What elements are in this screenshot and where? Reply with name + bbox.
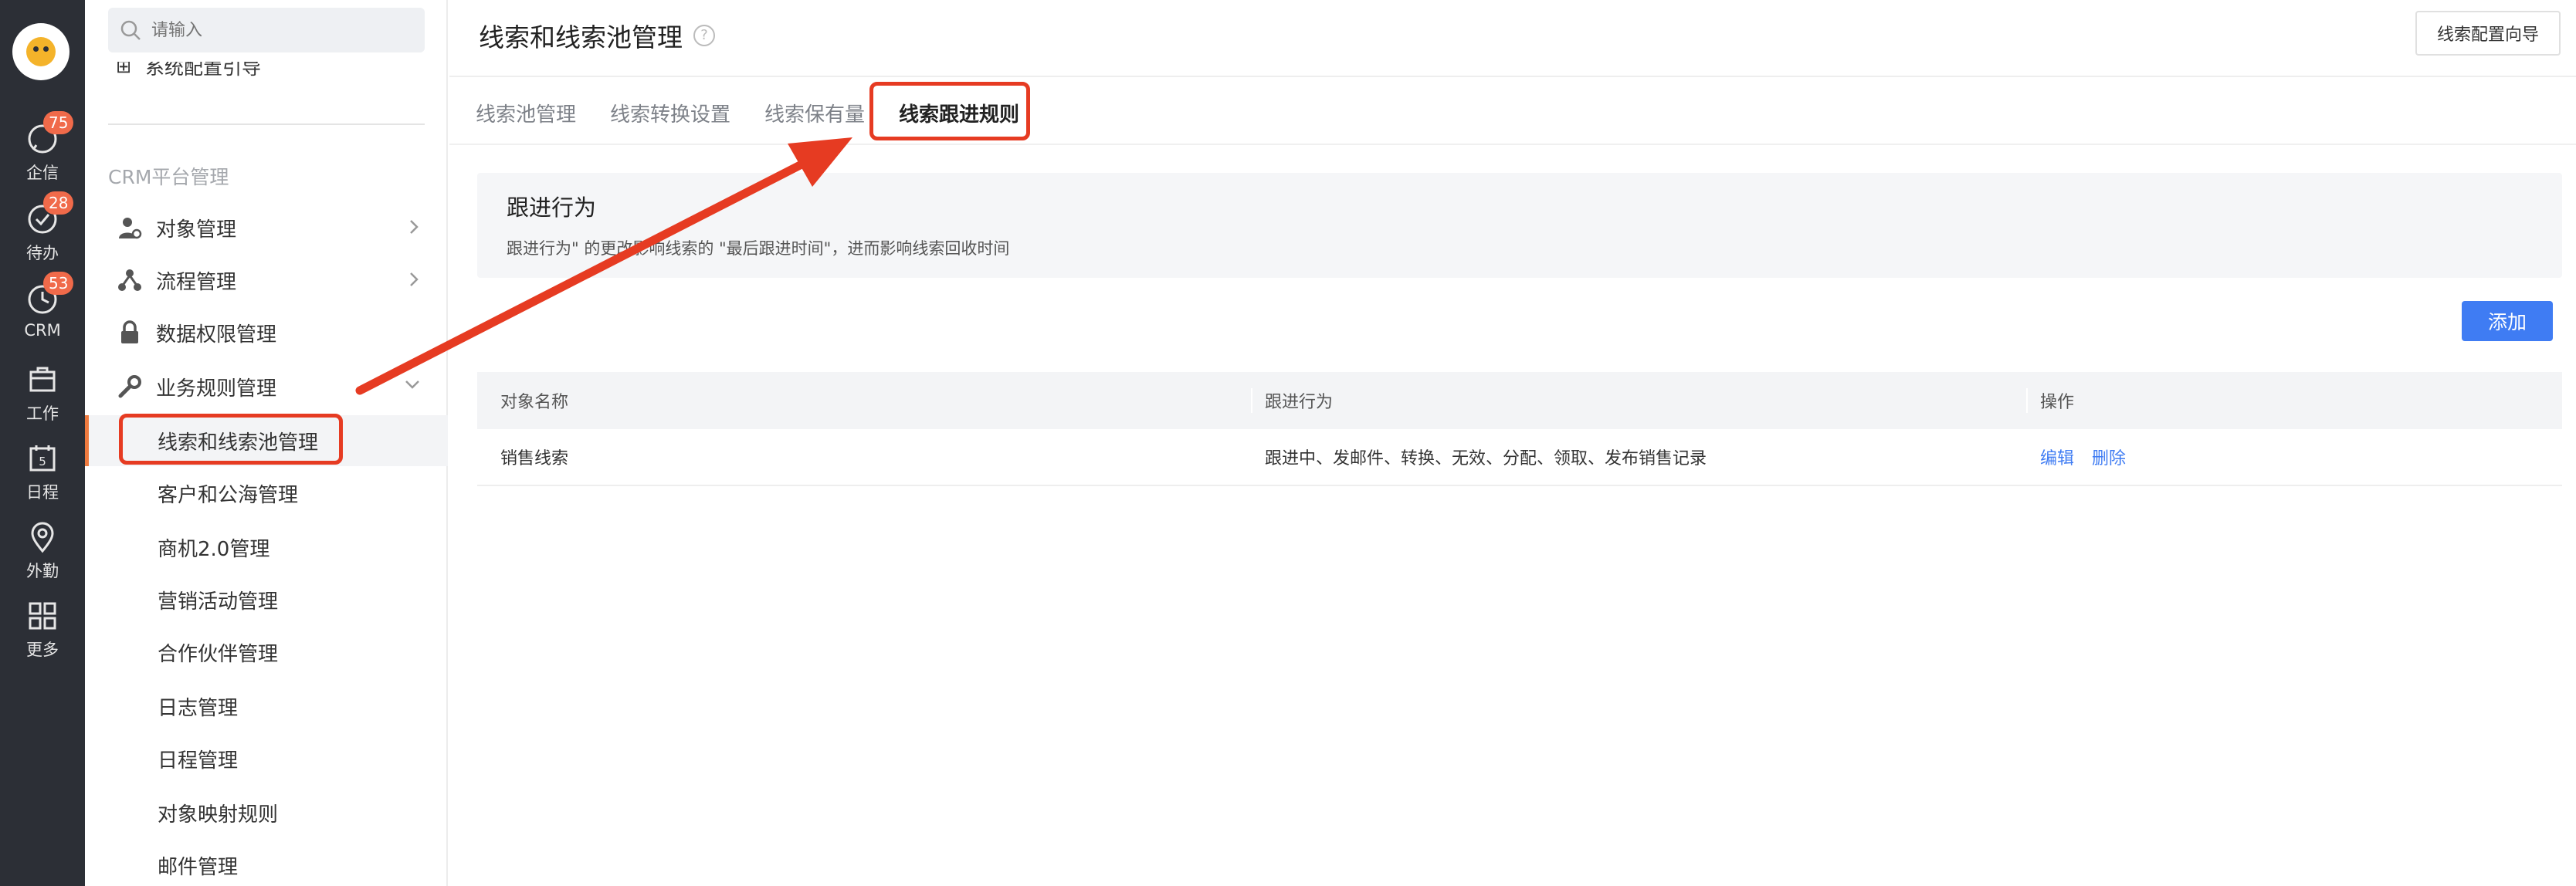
- sidebar-subitem-partners[interactable]: 合作伙伴管理: [85, 627, 448, 678]
- user-gear-icon: [117, 215, 148, 240]
- search-input[interactable]: [151, 20, 406, 40]
- rail-label: 日程: [26, 483, 59, 502]
- rail-item-work[interactable]: 工作: [0, 363, 85, 424]
- tab-lead-pool[interactable]: 线索池管理: [476, 99, 576, 127]
- guide-icon: ⊞: [116, 62, 132, 77]
- column-header-object-name: 对象名称: [500, 393, 569, 412]
- todo-badge: 28: [43, 191, 74, 215]
- page-title-text: 线索和线索池管理: [479, 22, 683, 52]
- rail-item-more[interactable]: 更多: [0, 599, 85, 661]
- rail-label: 更多: [26, 641, 59, 659]
- sidebar-section-title: CRM平台管理: [108, 166, 229, 188]
- rail-item-todo[interactable]: 28 待办: [0, 191, 85, 264]
- chevron-down-icon: [405, 380, 419, 389]
- sidebar-subitem-object-mapping[interactable]: 对象映射规则: [85, 787, 448, 838]
- table-header: 对象名称 跟进行为 操作: [477, 372, 2562, 429]
- edit-link[interactable]: 编辑: [2040, 449, 2074, 468]
- chevron-right-icon: [410, 220, 419, 234]
- lock-icon: [117, 320, 148, 345]
- app-logo[interactable]: [12, 23, 69, 80]
- grid-icon: [29, 602, 56, 630]
- search-icon: [120, 20, 141, 40]
- rail-label: 企信: [26, 164, 59, 182]
- sidebar-item-process-management[interactable]: 流程管理: [85, 255, 448, 306]
- rail-item-calendar[interactable]: 5 日程: [0, 441, 85, 503]
- delete-link[interactable]: 删除: [2092, 449, 2126, 468]
- sidebar-item-object-management[interactable]: 对象管理: [85, 202, 448, 253]
- cell-followup-behavior: 跟进中、发邮件、转换、无效、分配、领取、发布销售记录: [1251, 445, 2026, 469]
- cell-object-name: 销售线索: [500, 449, 569, 468]
- sidebar-item-label: 日程管理: [158, 749, 239, 773]
- highlight-box-tab: [869, 82, 1030, 140]
- sidebar-item-label: 邮件管理: [158, 855, 239, 879]
- highlight-box-sidebar: [119, 414, 343, 465]
- sidebar-item-label: 合作伙伴管理: [158, 642, 279, 666]
- avatar-face-icon: [26, 37, 56, 66]
- sidebar-item-label: 商机2.0管理: [158, 537, 270, 561]
- tab-lead-retention[interactable]: 线索保有量: [764, 99, 865, 127]
- sidebar-subitem-schedule[interactable]: 日程管理: [85, 733, 448, 784]
- flow-icon: [117, 268, 148, 293]
- followup-table: 对象名称 跟进行为 操作 销售线索 跟进中、发邮件、转换、无效、分配、领取、发布…: [477, 372, 2562, 486]
- sidebar-item-label: 营销活动管理: [158, 590, 279, 614]
- column-header-actions: 操作: [2026, 388, 2562, 413]
- sidebar-item-business-rules[interactable]: 业务规则管理: [85, 361, 448, 412]
- sidebar-item-label: 对象管理: [156, 218, 237, 242]
- table-row: 销售线索 跟进中、发邮件、转换、无效、分配、领取、发布销售记录 编辑 删除: [477, 429, 2562, 486]
- rail-item-crm[interactable]: 53 CRM: [0, 272, 85, 340]
- tab-lead-conversion[interactable]: 线索转换设置: [610, 99, 730, 127]
- calendar-icon: 5: [29, 445, 56, 472]
- sidebar-subitem-mail[interactable]: 邮件管理: [85, 840, 448, 886]
- help-icon[interactable]: ?: [693, 25, 715, 46]
- tabs-divider: [449, 144, 2576, 145]
- sidebar-item-label: 客户和公海管理: [158, 483, 299, 507]
- sidebar-item-label: 系统配置引导: [145, 62, 262, 79]
- rail-item-messages[interactable]: 75 企信: [0, 111, 85, 184]
- rail-label: 工作: [26, 404, 59, 423]
- sidebar-subitem-customers[interactable]: 客户和公海管理: [85, 468, 448, 519]
- sidebar-item-label: 日志管理: [158, 696, 239, 720]
- lead-config-guide-button[interactable]: 线索配置向导: [2415, 11, 2561, 56]
- briefcase-icon: [29, 367, 56, 392]
- info-panel: 跟进行为 跟进行为" 的更改影响线索的 "最后跟进时间"，进而影响线索回收时间: [477, 173, 2562, 278]
- chevron-right-icon: [410, 272, 419, 286]
- location-pin-icon: [31, 522, 54, 553]
- info-desc-pre: 跟进行为" 的更改: [507, 239, 633, 258]
- sidebar-search[interactable]: [108, 8, 425, 52]
- sidebar-item-label: 业务规则管理: [156, 377, 277, 401]
- page-title: 线索和线索池管理 ?: [479, 17, 715, 54]
- sidebar-item-label: 对象映射规则: [158, 803, 279, 827]
- sidebar-divider: [108, 123, 425, 125]
- sidebar-item-system-guide[interactable]: ⊞ 系统配置引导: [116, 62, 347, 79]
- info-description: 跟进行为" 的更改影响线索的 "最后跟进时间"，进而影响线索回收时间: [507, 236, 1009, 259]
- rail-label: CRM: [24, 321, 61, 340]
- rail-label: 待办: [26, 244, 59, 262]
- sidebar-item-label: 流程管理: [156, 270, 237, 294]
- sidebar-subitem-opportunity[interactable]: 商机2.0管理: [85, 522, 448, 573]
- crm-badge: 53: [43, 272, 74, 295]
- info-desc-post: 影响线索的 "最后跟进时间"，进而影响线索回收时间: [632, 239, 1010, 258]
- messages-badge: 75: [43, 111, 74, 134]
- app-rail: 75 企信 28 待办 53 CRM 工作 5 日程 外勤 更多: [0, 0, 85, 886]
- rail-item-field[interactable]: 外勤: [0, 520, 85, 582]
- rail-label: 外勤: [26, 562, 59, 580]
- svg-text:5: 5: [39, 455, 46, 468]
- main-content: 线索和线索池管理 ? 线索配置向导 线索池管理 线索转换设置 线索保有量 线索跟…: [449, 0, 2576, 886]
- column-header-followup-behavior: 跟进行为: [1251, 388, 2026, 413]
- sidebar-item-label: 数据权限管理: [156, 323, 277, 347]
- sidebar-subitem-logs[interactable]: 日志管理: [85, 681, 448, 732]
- info-title: 跟进行为: [507, 194, 597, 221]
- sidebar-item-data-permission[interactable]: 数据权限管理: [85, 307, 448, 358]
- add-button[interactable]: 添加: [2462, 301, 2553, 341]
- wrench-icon: [117, 374, 148, 399]
- header-divider: [449, 76, 2576, 77]
- cell-actions: 编辑 删除: [2026, 445, 2562, 469]
- sidebar-subitem-marketing[interactable]: 营销活动管理: [85, 574, 448, 625]
